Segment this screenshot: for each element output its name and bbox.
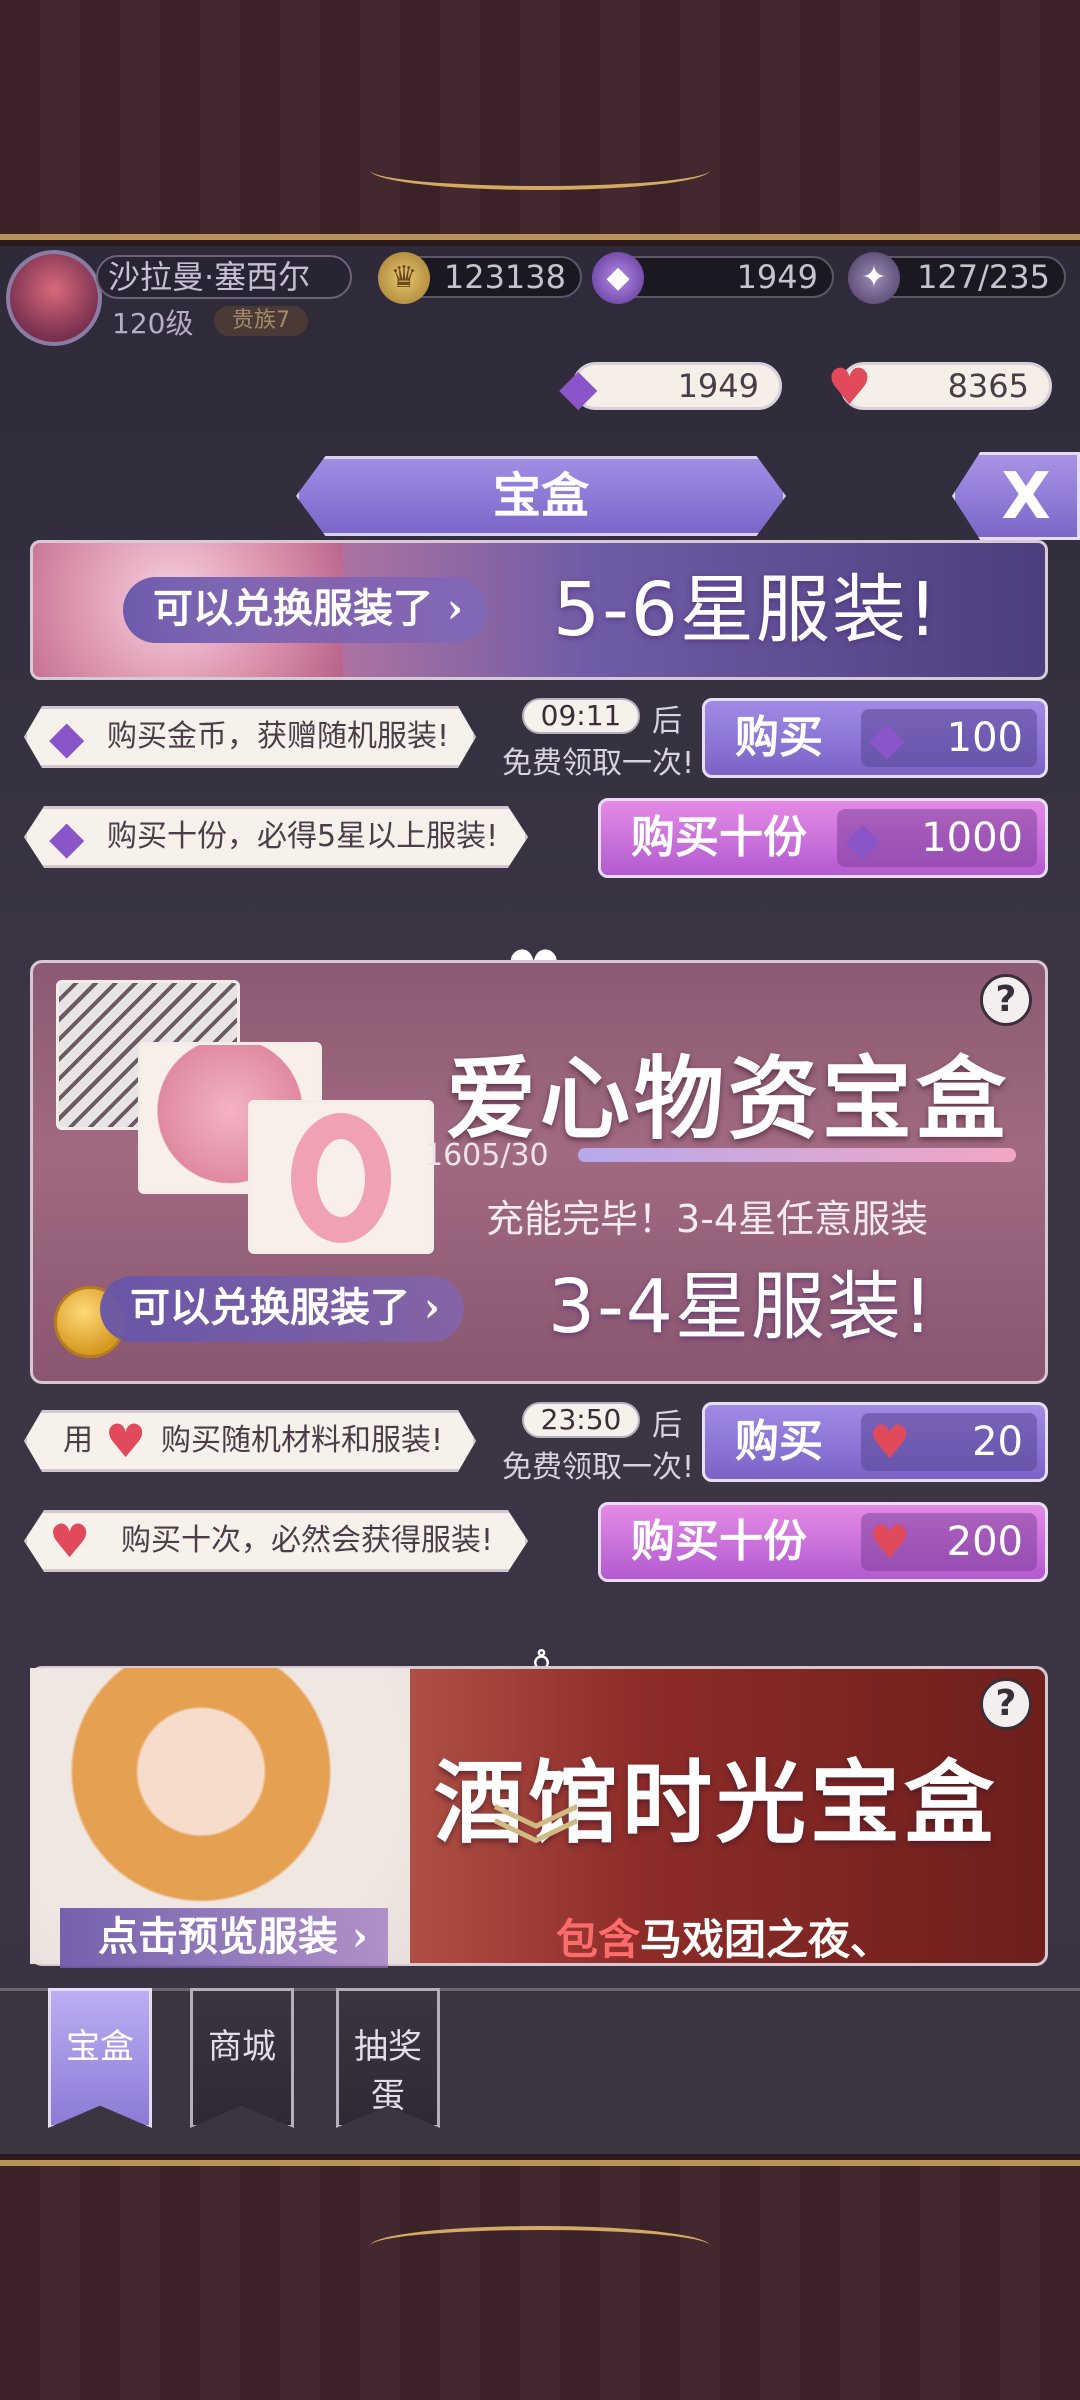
close-icon: X xyxy=(1001,460,1051,534)
crown-coin-icon: ♛ xyxy=(378,252,430,304)
box1-buy-label: 购买 xyxy=(735,712,823,763)
stamina-counter[interactable]: ✦ 127/235 xyxy=(848,252,1066,304)
box1-exchange-tag: 可以兑换服装了 › xyxy=(123,577,487,643)
bottom-ornament xyxy=(370,2226,710,2266)
tab-label: 商城 xyxy=(208,2027,276,2067)
heart-icon: ♥ xyxy=(49,1514,91,1568)
player-rank-badge: 贵族7 xyxy=(214,306,308,336)
box1-buy10-button[interactable]: 购买十份 ◆ 1000 xyxy=(598,798,1048,878)
box1-timer-after: 后 xyxy=(652,704,682,739)
box1-buy-price-value: 100 xyxy=(946,715,1023,761)
gem-icon: ◆ xyxy=(869,711,905,765)
gem-icon: ◆ xyxy=(49,810,85,864)
box2-buy10-label: 购买十份 xyxy=(631,1516,807,1567)
heart-icon: ♥ xyxy=(869,1415,911,1469)
bottom-tab-bar xyxy=(0,1988,1080,2154)
box1-buy10-info: ◆ 购买十份，必得5星以上服装! xyxy=(24,806,528,868)
box2-progress-label: 1605/30 xyxy=(424,1138,549,1173)
box1-exchange-value: 5-6星服装! xyxy=(553,567,940,653)
player-level: 120级 xyxy=(112,307,194,340)
top-decor-band xyxy=(0,0,1080,240)
gem-icon: ◆ xyxy=(592,252,644,304)
box1-timer: 09:11 xyxy=(522,698,640,734)
question-icon[interactable]: ? xyxy=(980,974,1032,1026)
question-icon[interactable]: ? xyxy=(980,1678,1032,1730)
box1-buy10-price: ◆ 1000 xyxy=(837,809,1037,867)
box1-banner[interactable]: 可以兑换服装了 › 5-6星服装! xyxy=(30,540,1048,680)
gems-counter[interactable]: ◆ 1949 xyxy=(592,252,834,304)
stamina-icon: ✦ xyxy=(848,252,900,304)
box2-timer: 23:50 xyxy=(522,1402,640,1438)
box1-exchange-tag-text: 可以兑换服装了 xyxy=(153,585,433,632)
heart-icon: ♥ xyxy=(105,1414,147,1468)
box2-progress-fill xyxy=(578,1148,1016,1162)
box2-card-strawberry xyxy=(248,1100,434,1254)
coins-counter[interactable]: ♛ 123138 xyxy=(378,252,582,304)
player-name: 沙拉曼·塞西尔 xyxy=(96,255,352,299)
wallet-gems: ◆ 1949 xyxy=(559,359,782,415)
avatar[interactable] xyxy=(6,250,102,346)
box2-buy10-button[interactable]: 购买十份 ♥ 200 xyxy=(598,1502,1048,1582)
box1-free-text: 免费领取一次! xyxy=(502,746,695,781)
box2-buy-info-text: 购买随机材料和服装! xyxy=(161,1423,444,1458)
box2-title: 爱心物资宝盒 xyxy=(446,1046,1010,1152)
coins-value: 123138 xyxy=(443,258,566,296)
box2-buy10-price-value: 200 xyxy=(946,1519,1023,1565)
stamina-value: 127/235 xyxy=(917,258,1050,296)
box2-charge-text: 充能完毕！3-4星任意服装 xyxy=(486,1197,929,1241)
wallet-hearts: ♥ 8365 xyxy=(827,359,1052,415)
box1-buy-info: ◆ 购买金币，获赠随机服装! xyxy=(24,706,476,768)
box2-exchange-tag: 可以兑换服装了 › xyxy=(100,1276,464,1342)
box3-contains-value: 马戏团之夜、 xyxy=(640,1915,893,1964)
gem-icon: ◆ xyxy=(559,358,598,416)
box2-exchange-value: 3-4星服装! xyxy=(548,1264,935,1350)
bottom-decor-band xyxy=(0,2160,1080,2400)
box2-progress-bar xyxy=(578,1148,1016,1162)
box2-buy-price: ♥ 20 xyxy=(861,1413,1037,1471)
box1-buy-info-text: 购买金币，获赠随机服装! xyxy=(107,719,450,754)
box2-buy10-info: ♥ 购买十次，必然会获得服装! xyxy=(24,1510,528,1572)
gems-value: 1949 xyxy=(736,258,818,296)
wallet-hearts-value: 8365 xyxy=(947,367,1029,405)
box3-preview-text: 点击预览服装 xyxy=(98,1913,338,1960)
box1-buy10-label: 购买十份 xyxy=(631,812,807,863)
box2-timer-after: 后 xyxy=(652,1408,682,1443)
box2-buy10-info-text: 购买十次，必然会获得服装! xyxy=(121,1523,494,1558)
gem-icon: ◆ xyxy=(49,710,85,764)
page-title: 宝盒 xyxy=(296,456,786,536)
box3-contains-prefix: 包含 xyxy=(556,1915,641,1964)
wallet-gems-value: 1949 xyxy=(677,367,759,405)
tab-label: 宝盒 xyxy=(66,2027,134,2067)
tab-label: 抽奖蛋 xyxy=(354,2027,422,2116)
strawberry-ring-icon xyxy=(291,1113,391,1243)
box2-buy-info: 用 ♥ 购买随机材料和服装! xyxy=(24,1410,476,1472)
box1-buy10-price-value: 1000 xyxy=(921,815,1023,861)
box2-free-text: 免费领取一次! xyxy=(502,1450,695,1485)
box2-use-prefix: 用 xyxy=(63,1423,93,1458)
box2-buy10-price: ♥ 200 xyxy=(861,1513,1037,1571)
box3-contains-text: 包含马戏团之夜、 xyxy=(556,1906,892,1967)
box2-exchange-tag-text: 可以兑换服装了 xyxy=(130,1284,410,1331)
box2-buy-price-value: 20 xyxy=(972,1419,1023,1465)
box2-buy-label: 购买 xyxy=(735,1416,823,1467)
heart-icon: ♥ xyxy=(869,1515,911,1569)
top-ornament xyxy=(370,150,710,190)
box1-buy-price: ◆ 100 xyxy=(861,709,1037,767)
box1-buy10-info-text: 购买十份，必得5星以上服装! xyxy=(107,819,499,854)
box2-buy-button[interactable]: 购买 ♥ 20 xyxy=(702,1402,1048,1482)
box3-preview-button[interactable]: 点击预览服装 › xyxy=(60,1908,388,1968)
heart-icon: ♥ xyxy=(827,358,872,416)
gem-icon: ◆ xyxy=(845,811,881,865)
box1-buy-button[interactable]: 购买 ◆ 100 xyxy=(702,698,1048,778)
